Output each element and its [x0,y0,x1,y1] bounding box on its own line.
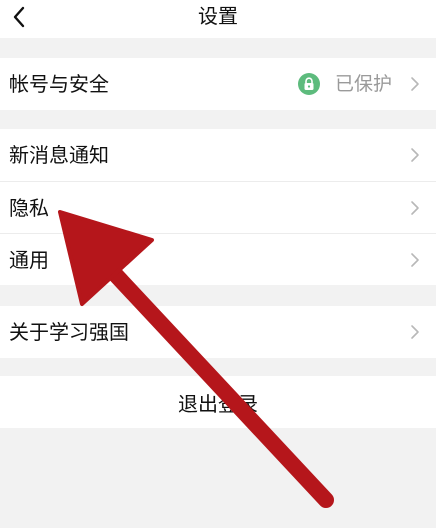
top-bar: 设置 [0,0,436,38]
settings-group-general: 新消息通知 隐私 通用 [0,129,436,285]
settings-group-account: 帐号与安全 已保护 [0,58,436,110]
logout-button[interactable]: 退出登录 [0,376,436,428]
row-label: 帐号与安全 [9,72,109,96]
row-label: 新消息通知 [9,143,109,167]
logout-label: 退出登录 [178,391,258,416]
chevron-right-icon [411,201,419,215]
row-label: 通用 [9,248,49,272]
row-label: 隐私 [9,196,49,220]
settings-row-privacy[interactable]: 隐私 [0,181,436,233]
settings-row-notifications[interactable]: 新消息通知 [0,129,436,181]
chevron-right-icon [411,77,419,91]
settings-group-about: 关于学习强国 [0,306,436,358]
page-title: 设置 [198,4,238,28]
status-text: 已保护 [334,73,392,95]
lock-icon [298,73,320,95]
settings-row-account-security[interactable]: 帐号与安全 已保护 [0,58,436,110]
chevron-right-icon [411,148,419,162]
settings-row-general[interactable]: 通用 [0,233,436,285]
chevron-right-icon [411,325,419,339]
row-label: 关于学习强国 [9,320,129,344]
settings-row-about[interactable]: 关于学习强国 [0,306,436,358]
chevron-right-icon [411,253,419,267]
